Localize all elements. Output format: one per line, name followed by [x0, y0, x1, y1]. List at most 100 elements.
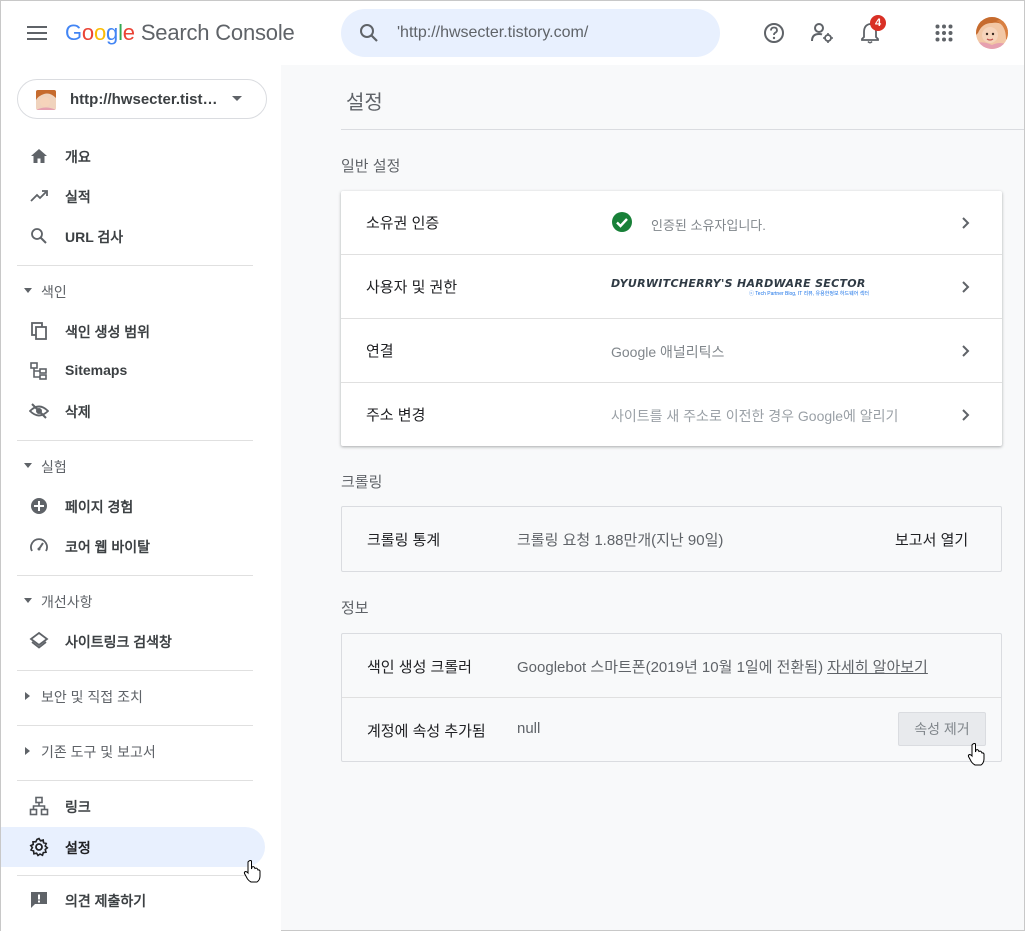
nav-label: Sitemaps [65, 362, 128, 378]
section-title: 기존 도구 및 보고서 [41, 744, 156, 760]
divider [17, 670, 253, 671]
search-bar[interactable] [341, 9, 720, 57]
nav-item-performance[interactable]: 실적 [1, 176, 265, 216]
about-card: 색인 생성 크롤러 Googlebot 스마트폰(2019년 10월 1일에 전… [341, 633, 1002, 762]
nav-item-links[interactable]: 링크 [1, 786, 265, 826]
check-circle-icon [612, 212, 632, 232]
nav-item-core-web-vitals[interactable]: 코어 웹 바이탈 [1, 526, 265, 566]
layers-icon [29, 631, 49, 649]
nav-item-coverage[interactable]: 색인 생성 범위 [1, 311, 265, 351]
verification-status: 인증된 소유자입니다. [651, 218, 766, 233]
notifications-icon[interactable]: 4 [854, 15, 886, 49]
divider [17, 440, 253, 441]
caret-down-icon [24, 463, 32, 468]
sitemap-icon [30, 362, 47, 380]
caret-right-icon [25, 747, 30, 755]
row-label: 사용자 및 권한 [366, 279, 458, 296]
users-permissions-row[interactable]: 사용자 및 권한 DYURWITCHERRY'S HARDWARE SECTOR… [341, 255, 1002, 319]
home-icon [31, 149, 47, 163]
nav-label: 코어 웹 바이탈 [65, 539, 151, 555]
associations-row[interactable]: 연결 Google 애널리틱스 [341, 319, 1002, 383]
chevron-right-icon [962, 345, 970, 357]
indexing-crawler-label: 색인 생성 크롤러 [367, 659, 472, 676]
nav-item-submit-feedback[interactable]: 의견 제출하기 [1, 880, 265, 920]
gear-icon [29, 837, 49, 857]
search-icon [31, 228, 47, 244]
chevron-right-icon [962, 217, 970, 229]
property-added-label: 계정에 속성 추가됨 [367, 723, 486, 740]
network-icon [29, 796, 49, 816]
caret-down-icon [24, 288, 32, 293]
nav-item-sitemaps[interactable]: Sitemaps [1, 351, 265, 391]
property-selector[interactable]: http://hwsecter.tistory.com/ [17, 79, 267, 119]
account-avatar[interactable] [976, 17, 1008, 49]
eye-off-icon [29, 403, 49, 419]
property-added-value: null [517, 720, 541, 737]
row-label: 주소 변경 [366, 407, 426, 424]
row-value: Google 애널리틱스 [611, 344, 725, 360]
hand-pointer-cursor-icon [243, 860, 261, 883]
section-experience-toggle[interactable]: 실험 [1, 446, 265, 486]
row-label: 소유권 인증 [366, 215, 440, 232]
search-input[interactable] [397, 23, 697, 43]
plus-circle-icon [31, 498, 47, 514]
nav-label: 페이지 경험 [65, 499, 134, 515]
nav-item-url-inspection[interactable]: URL 검사 [1, 216, 265, 256]
speedometer-icon [30, 538, 48, 552]
section-enhancements-toggle[interactable]: 개선사항 [1, 581, 265, 621]
brand-subtitle: ⓒ Tech Partner Blog, IT 리뷰, 유용한정보 하드웨어 섹… [749, 291, 869, 297]
ownership-verification-row[interactable]: 소유권 인증 인증된 소유자입니다. [341, 191, 1002, 255]
divider [17, 780, 253, 781]
section-title-general: 일반 설정 [341, 158, 401, 175]
property-added-row: 계정에 속성 추가됨 null 속성 제거 [342, 698, 1001, 762]
trending-up-icon [30, 190, 48, 202]
section-legacy-toggle[interactable]: 기존 도구 및 보고서 [1, 731, 265, 771]
section-title-about: 정보 [341, 600, 369, 617]
nav-label: 설정 [65, 840, 91, 856]
nav-item-settings[interactable]: 설정 [1, 827, 265, 867]
crawl-stats-label: 크롤링 통계 [367, 532, 441, 549]
top-app-bar: GoogleSearch Console 4 [1, 1, 1024, 65]
divider [341, 129, 1024, 130]
general-settings-card: 소유권 인증 인증된 소유자입니다. 사용자 및 권한 DYURWITCHERR… [341, 191, 1002, 446]
feedback-icon [31, 892, 47, 908]
nav-item-removals[interactable]: 삭제 [1, 391, 265, 431]
divider [17, 725, 253, 726]
property-url: http://hwsecter.tistory.com/ [70, 91, 220, 108]
divider [17, 875, 253, 876]
apps-grid-icon[interactable] [928, 17, 960, 49]
nav-label: 실적 [65, 189, 91, 205]
section-security-toggle[interactable]: 보안 및 직접 조치 [1, 676, 265, 716]
indexing-crawler-row: 색인 생성 크롤러 Googlebot 스마트폰(2019년 10월 1일에 전… [342, 634, 1001, 698]
learn-more-link[interactable]: 자세히 알아보기 [827, 659, 928, 676]
menu-icon[interactable] [21, 17, 53, 49]
remove-property-button[interactable]: 속성 제거 [898, 712, 986, 746]
nav-label: 링크 [65, 799, 91, 815]
section-title: 보안 및 직접 조치 [41, 689, 143, 705]
copy-icon [31, 322, 47, 340]
nav-item-sitelinks-searchbox[interactable]: 사이트링크 검색창 [1, 621, 265, 661]
hand-pointer-cursor-icon [967, 743, 985, 766]
search-icon[interactable] [357, 21, 381, 45]
crawl-stats-value: 크롤링 요청 1.88만개(지난 90일) [517, 532, 724, 549]
google-search-console-logo[interactable]: Google Search Console [65, 20, 295, 46]
indexing-crawler-value: Googlebot 스마트폰(2019년 10월 1일에 전환됨) 자세히 알아보… [517, 656, 928, 677]
change-of-address-row[interactable]: 주소 변경 사이트를 새 주소로 이전한 경우 Google에 알리기 [341, 383, 1002, 447]
property-favicon [36, 90, 56, 110]
product-name: Search Console [140, 20, 295, 45]
nav-item-overview[interactable]: 개요 [1, 136, 265, 176]
nav-label: URL 검사 [65, 229, 124, 245]
nav-item-page-experience[interactable]: 페이지 경험 [1, 486, 265, 526]
navigation-drawer: http://hwsecter.tistory.com/ 개요 실적 URL 검… [1, 65, 281, 931]
crawler-value-text: Googlebot 스마트폰(2019년 10월 1일에 전환됨) [517, 659, 824, 676]
caret-right-icon [25, 692, 30, 700]
chevron-right-icon [962, 409, 970, 421]
nav-label: 사이트링크 검색창 [65, 634, 172, 650]
open-report-link[interactable]: 보고서 열기 [895, 529, 968, 550]
section-index-toggle[interactable]: 색인 [1, 271, 265, 311]
page-title: 설정 [346, 92, 383, 114]
row-label: 연결 [366, 343, 394, 360]
manage-users-icon[interactable] [806, 17, 838, 49]
help-icon[interactable] [758, 17, 790, 49]
nav-label: 색인 생성 범위 [65, 324, 151, 340]
